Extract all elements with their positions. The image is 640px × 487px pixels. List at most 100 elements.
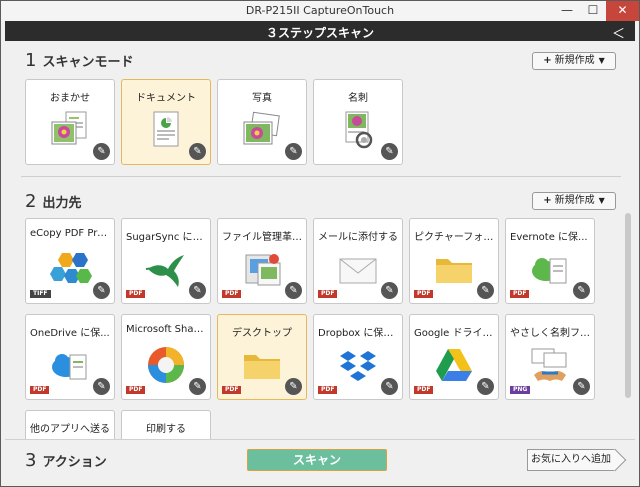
edit-pencil-icon[interactable]: ✎ [381,378,398,395]
output-card-google-drive[interactable]: Google ドライブ... PDF ✎ [409,314,499,400]
edit-pencil-icon[interactable]: ✎ [381,282,398,299]
section-scan-mode-title: 1 スキャンモード [25,50,133,71]
card-label: やさしく名刺ファイ... [510,328,590,339]
format-badge: PDF [126,386,146,394]
output-card-sugarsync[interactable]: SugarSync に保... PDF ✎ [121,218,211,304]
business-card-icon [345,111,373,149]
format-badge: PDF [414,386,434,394]
edit-pencil-icon[interactable]: ✎ [189,378,206,395]
card-label: デスクトップ [232,328,292,339]
edit-pencil-icon[interactable]: ✎ [573,378,590,395]
card-label: メールに添付する [318,232,398,243]
maximize-button[interactable]: ☐ [580,1,606,21]
hummingbird-icon [145,255,184,287]
section-label: アクション [42,455,107,470]
envelope-icon [339,258,377,284]
output-card-evernote[interactable]: Evernote に保... PDF ✎ [505,218,595,304]
scan-button[interactable]: スキャン [247,449,387,471]
card-label: おまかせ [50,93,90,104]
edit-pencil-icon[interactable]: ✎ [285,143,302,160]
header-bar: ３ステップスキャン ＜ [5,21,635,42]
section-label: 出力先 [42,196,82,211]
caret-down-icon: ▼ [598,196,605,205]
edit-pencil-icon[interactable]: ✎ [477,282,494,299]
edit-pencil-icon[interactable]: ✎ [93,143,110,160]
scan-mode-card-business-card[interactable]: 名刺 ✎ [313,79,403,165]
card-label: ファイル管理革命L... [222,232,302,243]
output-card-onedrive[interactable]: OneDrive に保... PDF ✎ [25,314,115,400]
title-bar: DR-P215II CaptureOnTouch — ☐ ✕ [1,1,639,21]
card-label: Microsoft Shar... [126,324,206,335]
scan-mode-card-photo[interactable]: 写真 ✎ [217,79,307,165]
google-drive-icon [436,349,472,381]
edit-pencil-icon[interactable]: ✎ [573,282,590,299]
section-number: 3 [25,450,37,471]
section-action-title: 3 アクション [25,450,107,471]
output-card-desktop[interactable]: デスクトップ PDF ✎ [217,314,307,400]
ecopy-icon [50,253,92,283]
section-divider [21,176,621,177]
output-card-yasashiku-meishi[interactable]: やさしく名刺ファイ... PNG ✎ [505,314,595,400]
scan-mode-card-auto[interactable]: おまかせ ✎ [25,79,115,165]
new-output-button[interactable]: + 新規作成 ▼ [532,192,616,210]
evernote-cloud-icon [532,258,567,284]
format-badge: PDF [222,290,242,298]
card-label: SugarSync に保... [126,232,206,243]
card-label: 名刺 [348,93,368,104]
action-footer: 3 アクション スキャン お気に入りへ追加 [5,439,635,485]
new-button-label: 新規作成 [554,195,595,206]
format-badge: PDF [318,386,338,394]
auto-photo-doc-icon [51,111,87,145]
handshake-icon [531,348,567,381]
section-number: 1 [25,50,37,71]
edit-pencil-icon[interactable]: ✎ [285,282,302,299]
desktop-folder-icon [244,355,280,379]
edit-pencil-icon[interactable]: ✎ [477,378,494,395]
output-card-ecopy[interactable]: eCopy PDF Pro... TIFF ✎ [25,218,115,304]
photo-icon [243,111,280,145]
output-card-sharepoint[interactable]: Microsoft Shar... PDF ✎ [121,314,211,400]
format-badge: PDF [30,386,50,394]
edit-pencil-icon[interactable]: ✎ [189,282,206,299]
sharepoint-icon [148,347,184,383]
window-title: DR-P215II CaptureOnTouch [245,4,395,17]
minimize-button[interactable]: — [554,1,580,21]
new-scan-mode-button[interactable]: + 新規作成 ▼ [532,52,616,70]
caret-down-icon: ▼ [598,56,605,65]
format-badge: PDF [318,290,338,298]
scan-mode-card-document[interactable]: ドキュメント ✎ [121,79,211,165]
new-button-label: 新規作成 [554,55,595,66]
format-badge: PDF [414,290,434,298]
dropbox-icon [340,351,376,381]
folder-icon [436,259,472,283]
section-number: 2 [25,191,37,212]
edit-pencil-icon[interactable]: ✎ [93,282,110,299]
card-label: ピクチャーフォルダー [414,232,494,243]
format-badge: PDF [510,290,530,298]
file-manager-icon [245,254,281,286]
card-label: Evernote に保... [510,232,588,243]
back-chevron-icon[interactable]: ＜ [612,23,625,42]
document-icon [153,111,179,147]
section-output-title: 2 出力先 [25,191,81,212]
output-card-dropbox[interactable]: Dropbox に保存... PDF ✎ [313,314,403,400]
edit-pencil-icon[interactable]: ✎ [189,143,206,160]
output-card-file-manager[interactable]: ファイル管理革命L... PDF ✎ [217,218,307,304]
output-scrollbar[interactable] [625,213,631,398]
format-badge: TIFF [30,290,51,298]
main-content: 1 スキャンモード + 新規作成 ▼ おまかせ ✎ ドキュメント ✎ 写真 ✎ … [5,41,635,485]
output-card-picture-folder[interactable]: ピクチャーフォルダー PDF ✎ [409,218,499,304]
add-to-favorites-button[interactable]: お気に入りへ追加 [527,449,615,471]
plus-icon: + [543,55,552,66]
card-label: 写真 [252,93,272,104]
card-label: 印刷する [146,424,186,435]
card-label: Dropbox に保存... [318,328,398,339]
edit-pencil-icon[interactable]: ✎ [285,378,302,395]
format-badge: PDF [126,290,146,298]
edit-pencil-icon[interactable]: ✎ [381,143,398,160]
card-label: OneDrive に保... [30,328,110,339]
edit-pencil-icon[interactable]: ✎ [93,378,110,395]
card-label: ドキュメント [136,93,196,104]
output-card-email[interactable]: メールに添付する PDF ✎ [313,218,403,304]
close-button[interactable]: ✕ [606,1,639,21]
